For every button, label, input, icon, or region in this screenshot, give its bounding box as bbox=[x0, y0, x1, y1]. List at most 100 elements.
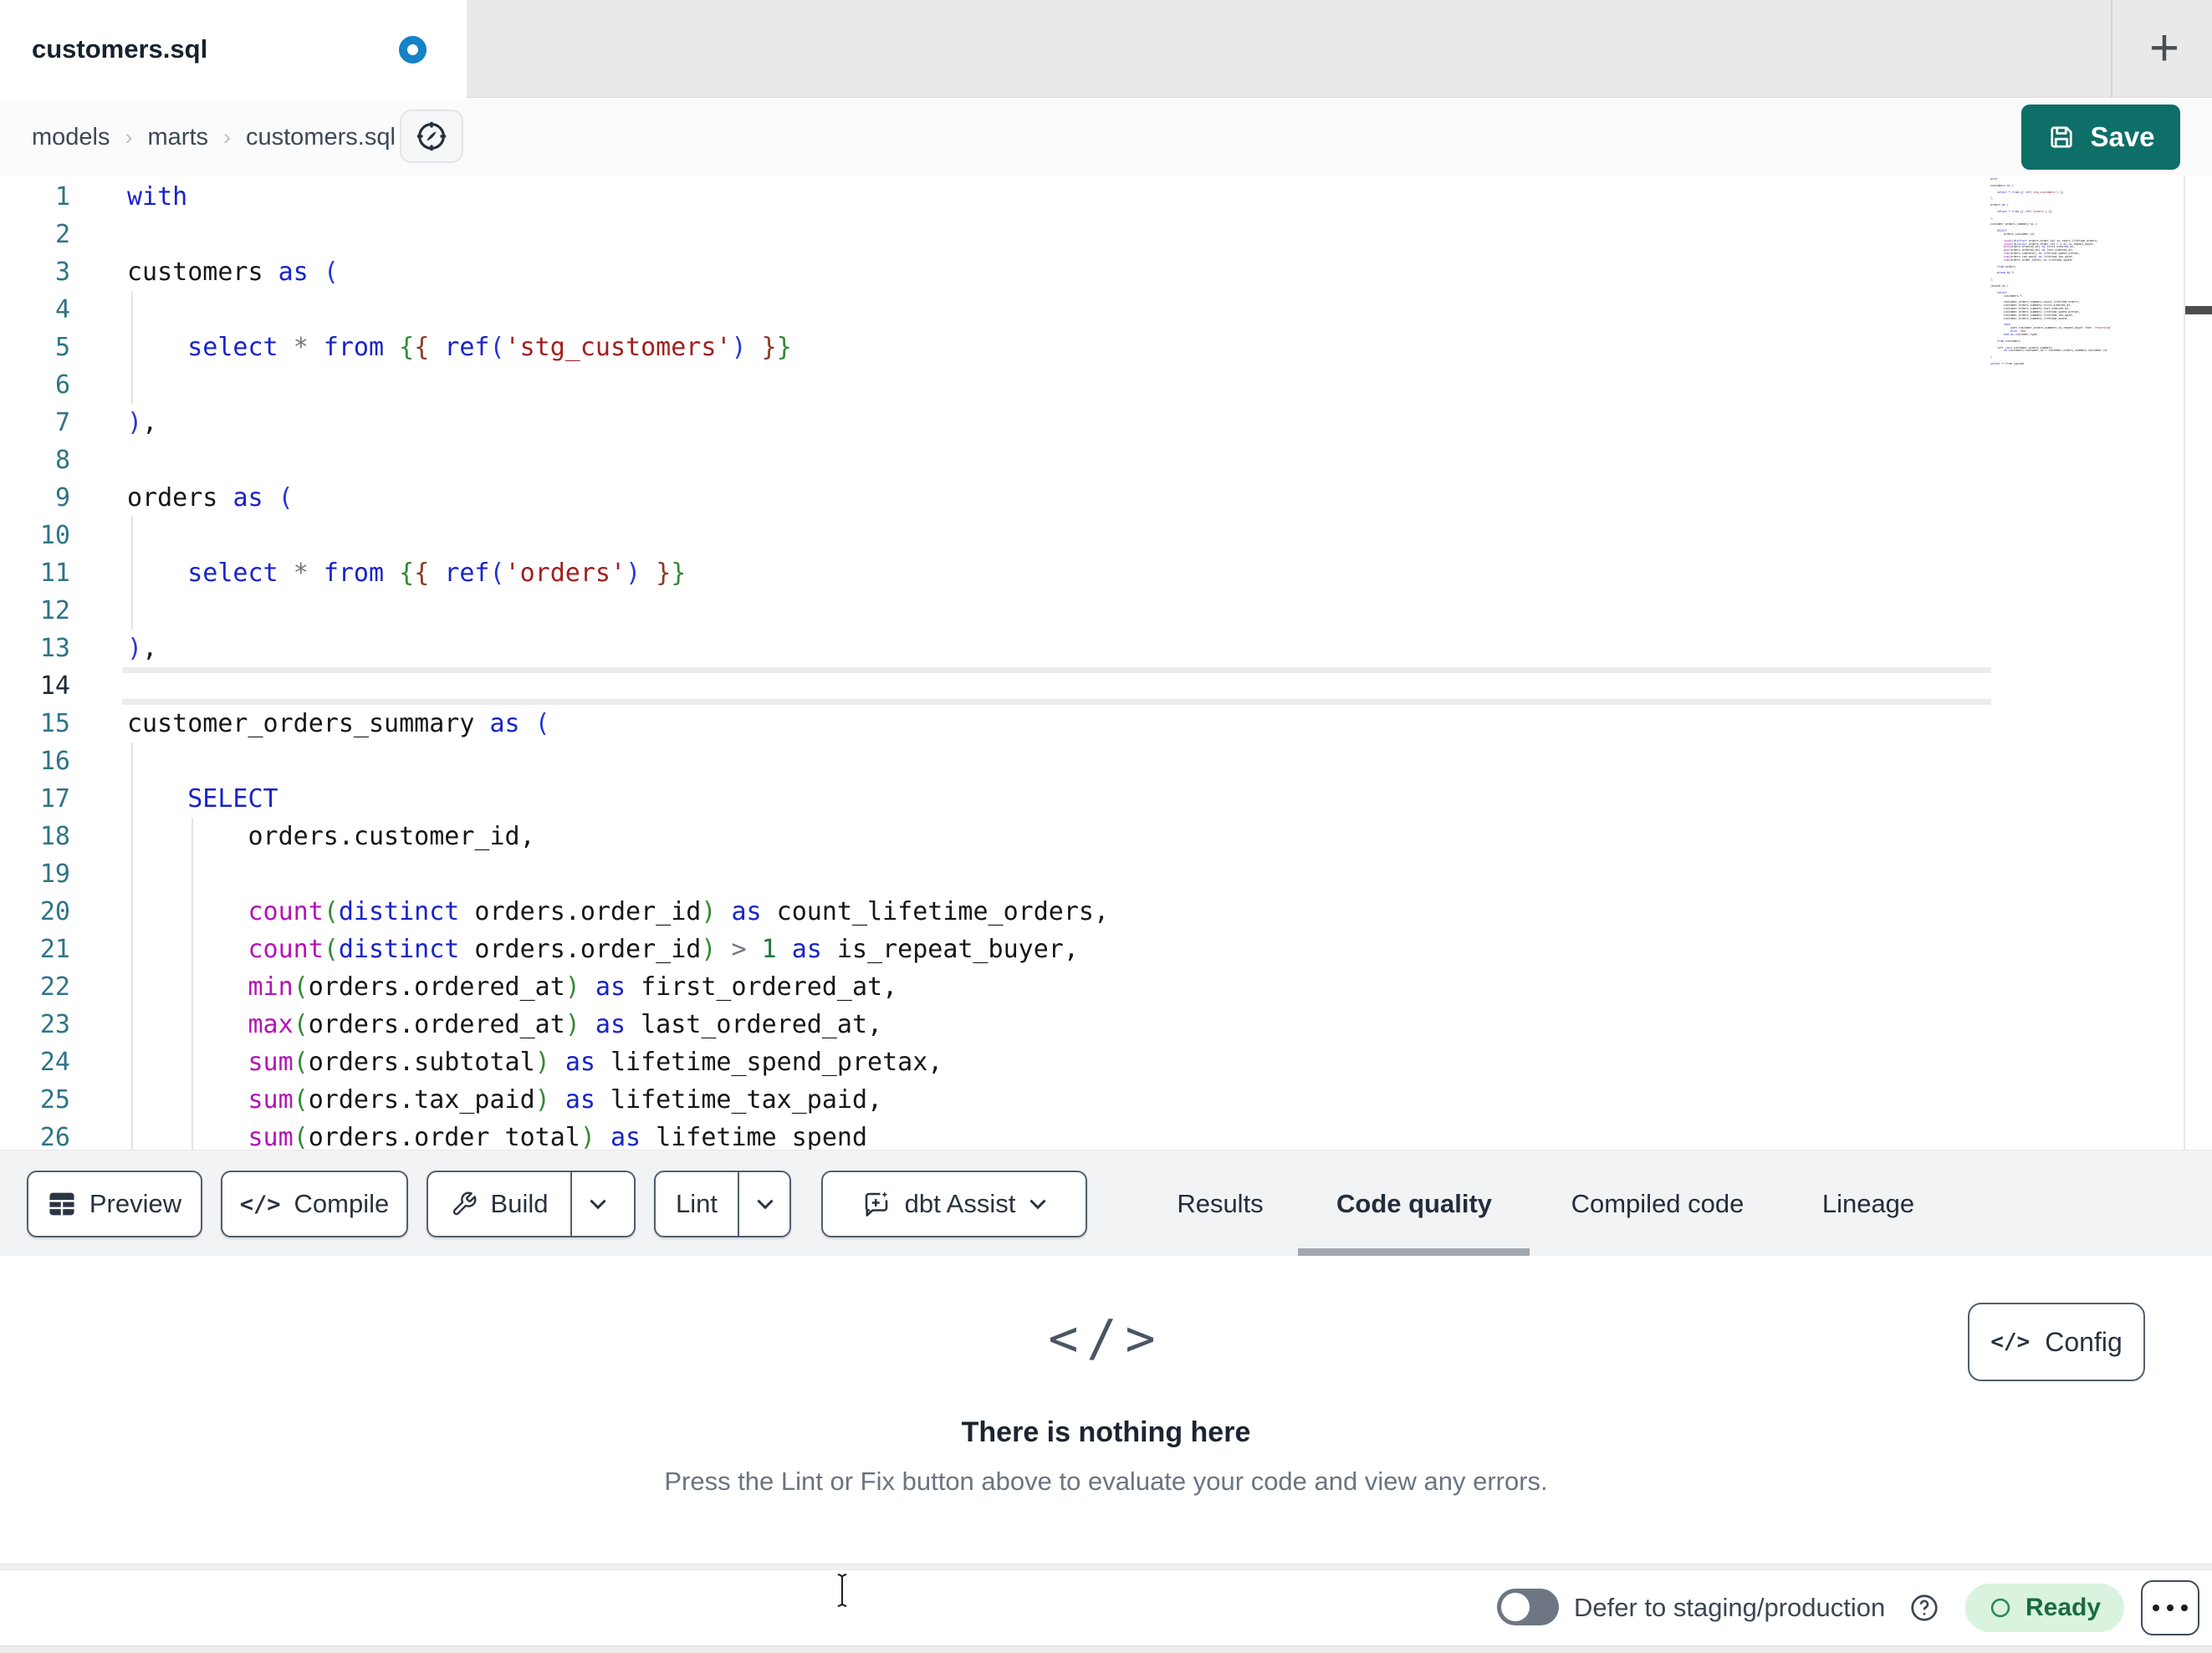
dot-icon bbox=[2167, 1605, 2174, 1611]
code-line-1[interactable]: 1 with bbox=[0, 178, 2212, 216]
scrollbar-marker[interactable] bbox=[2185, 306, 2212, 314]
lint-button[interactable]: Lint bbox=[656, 1172, 739, 1236]
code-line-13[interactable]: 13), bbox=[0, 630, 2212, 667]
minimap-divider bbox=[2184, 176, 2185, 1150]
tab-compiled-code[interactable]: Compiled code bbox=[1571, 1150, 1745, 1257]
code-line-16[interactable]: 16 bbox=[0, 742, 2212, 780]
line-number: 22 bbox=[39, 972, 70, 1002]
code-line-26[interactable]: 26 sum(orders.order_total) as lifetime_s… bbox=[0, 1119, 2212, 1150]
assist-chat-sparkle-icon bbox=[861, 1189, 891, 1219]
code-line-8[interactable]: 8 bbox=[0, 441, 2212, 479]
line-number: 17 bbox=[39, 784, 70, 814]
line-number: 18 bbox=[39, 822, 70, 851]
line-number: 16 bbox=[39, 747, 70, 776]
status-badge-ready: Ready bbox=[1965, 1584, 2125, 1632]
breadcrumb-item-models[interactable]: models bbox=[32, 124, 110, 151]
line-number: 20 bbox=[39, 897, 70, 926]
code-line-25[interactable]: 25 sum(orders.tax_paid) as lifetime_tax_… bbox=[0, 1081, 2212, 1119]
build-dropdown-button[interactable] bbox=[572, 1172, 624, 1236]
panel-divider bbox=[0, 1564, 2212, 1570]
line-number: 6 bbox=[54, 370, 70, 400]
line-number: 11 bbox=[39, 559, 70, 588]
code-editor[interactable]: 1 with 2 3 customers as (4 5 select * from {{… bbox=[0, 176, 2212, 1150]
line-number: 10 bbox=[39, 521, 70, 550]
code-line-22[interactable]: 22 min(orders.ordered_at) as first_order… bbox=[0, 968, 2212, 1006]
breadcrumb: models › marts › customers.sql bbox=[32, 99, 396, 176]
compile-button[interactable]: </> Compile bbox=[221, 1171, 408, 1237]
code-line-23[interactable]: 23 max(orders.ordered_at) as last_ordere… bbox=[0, 1006, 2212, 1043]
code-line-14[interactable]: 14 bbox=[0, 667, 2212, 705]
code-line-10[interactable]: 10 bbox=[0, 517, 2212, 554]
lint-dropdown-button[interactable] bbox=[739, 1172, 791, 1236]
line-number: 13 bbox=[39, 634, 70, 663]
build-split-button: Build bbox=[427, 1171, 636, 1237]
line-number: 21 bbox=[39, 935, 70, 964]
breadcrumb-item-marts[interactable]: marts bbox=[148, 124, 209, 151]
code-line-5[interactable]: 5 select * from {{ ref('stg_customers') … bbox=[0, 329, 2212, 366]
line-number: 7 bbox=[54, 408, 70, 437]
line-number: 5 bbox=[54, 333, 70, 362]
code-quality-panel: </> Config </> There is nothing here Pre… bbox=[0, 1256, 2212, 1564]
line-number: 26 bbox=[39, 1123, 70, 1150]
code-line-11[interactable]: 11 select * from {{ ref('orders') }} bbox=[0, 554, 2212, 592]
minimap[interactable]: with customers as ( select * from {{ ref… bbox=[1990, 177, 2179, 366]
code-line-9[interactable]: 9 orders as ( bbox=[0, 479, 2212, 517]
empty-state-code-icon: </> bbox=[1048, 1309, 1164, 1368]
unsaved-changes-dot-icon bbox=[399, 35, 427, 64]
line-number: 23 bbox=[39, 1010, 70, 1039]
breadcrumb-bar: models › marts › customers.sql Save bbox=[0, 99, 2212, 176]
code-line-21[interactable]: 21 count(distinct orders.order_id) > 1 a… bbox=[0, 931, 2212, 968]
chevron-down-icon bbox=[1029, 1198, 1047, 1210]
plus-icon: + bbox=[2148, 19, 2180, 77]
wrench-icon bbox=[451, 1191, 478, 1217]
toggle-knob bbox=[1501, 1593, 1530, 1621]
help-icon[interactable] bbox=[1908, 1592, 1940, 1624]
status-bar: Defer to staging/production Ready bbox=[0, 1570, 2212, 1645]
save-button[interactable]: Save bbox=[2021, 105, 2180, 170]
code-line-3[interactable]: 3 customers as ( bbox=[0, 253, 2212, 291]
defer-toggle[interactable] bbox=[1497, 1589, 1559, 1625]
file-tab-customers-sql[interactable]: customers.sql bbox=[0, 0, 467, 99]
code-line-2[interactable]: 2 bbox=[0, 216, 2212, 253]
compass-icon bbox=[414, 119, 449, 154]
navigate-compass-button[interactable] bbox=[400, 110, 463, 163]
code-line-12[interactable]: 12 bbox=[0, 592, 2212, 630]
code-line-4[interactable]: 4 bbox=[0, 291, 2212, 329]
code-line-20[interactable]: 20 count(distinct orders.order_id) as co… bbox=[0, 893, 2212, 931]
code-line-18[interactable]: 18 orders.customer_id, bbox=[0, 818, 2212, 855]
line-number: 19 bbox=[39, 860, 70, 889]
dbt-assist-button[interactable]: dbt Assist bbox=[821, 1171, 1087, 1237]
table-grid-icon bbox=[48, 1190, 76, 1218]
bottom-edge bbox=[0, 1645, 2212, 1653]
more-options-button[interactable] bbox=[2141, 1580, 2199, 1635]
line-number: 2 bbox=[54, 220, 70, 249]
preview-button[interactable]: Preview bbox=[27, 1171, 202, 1237]
new-tab-button[interactable]: + bbox=[2131, 15, 2198, 82]
code-line-24[interactable]: 24 sum(orders.subtotal) as lifetime_spen… bbox=[0, 1043, 2212, 1081]
dbt-cloud-ide: + customers.sql models › marts › custome… bbox=[0, 0, 2212, 1653]
code-line-6[interactable]: 6 bbox=[0, 366, 2212, 404]
code-line-17[interactable]: 17 SELECT bbox=[0, 780, 2212, 818]
code-brackets-icon: </> bbox=[239, 1191, 281, 1217]
line-number: 12 bbox=[39, 596, 70, 625]
tab-bar-divider bbox=[2111, 0, 2112, 98]
code-line-15[interactable]: 15 customer_orders_summary as ( bbox=[0, 705, 2212, 742]
tab-bar: + customers.sql bbox=[0, 0, 2212, 99]
empty-state-subtitle: Press the Lint or Fix button above to ev… bbox=[664, 1467, 1548, 1496]
tab-lineage[interactable]: Lineage bbox=[1822, 1150, 1914, 1257]
floppy-disk-icon bbox=[2046, 122, 2077, 152]
tab-code-quality[interactable]: Code quality bbox=[1336, 1150, 1492, 1257]
text-cursor-pointer bbox=[833, 1572, 851, 1609]
build-button[interactable]: Build bbox=[428, 1172, 572, 1236]
code-line-7[interactable]: 7), bbox=[0, 404, 2212, 441]
tab-results[interactable]: Results bbox=[1177, 1150, 1263, 1257]
empty-state-title: There is nothing here bbox=[961, 1416, 1251, 1448]
status-circle-icon bbox=[1989, 1596, 2012, 1620]
breadcrumb-separator: › bbox=[223, 124, 231, 150]
tab-title: customers.sql bbox=[32, 34, 208, 64]
code-line-19[interactable]: 19 bbox=[0, 855, 2212, 893]
dot-icon bbox=[2153, 1605, 2159, 1611]
action-toolbar: Preview </> Compile Build Lint dbt Assis… bbox=[0, 1150, 2212, 1257]
code-lines: 1 with 2 3 customers as (4 5 select * from {{… bbox=[0, 178, 2212, 1150]
chevron-down-icon bbox=[756, 1198, 774, 1210]
